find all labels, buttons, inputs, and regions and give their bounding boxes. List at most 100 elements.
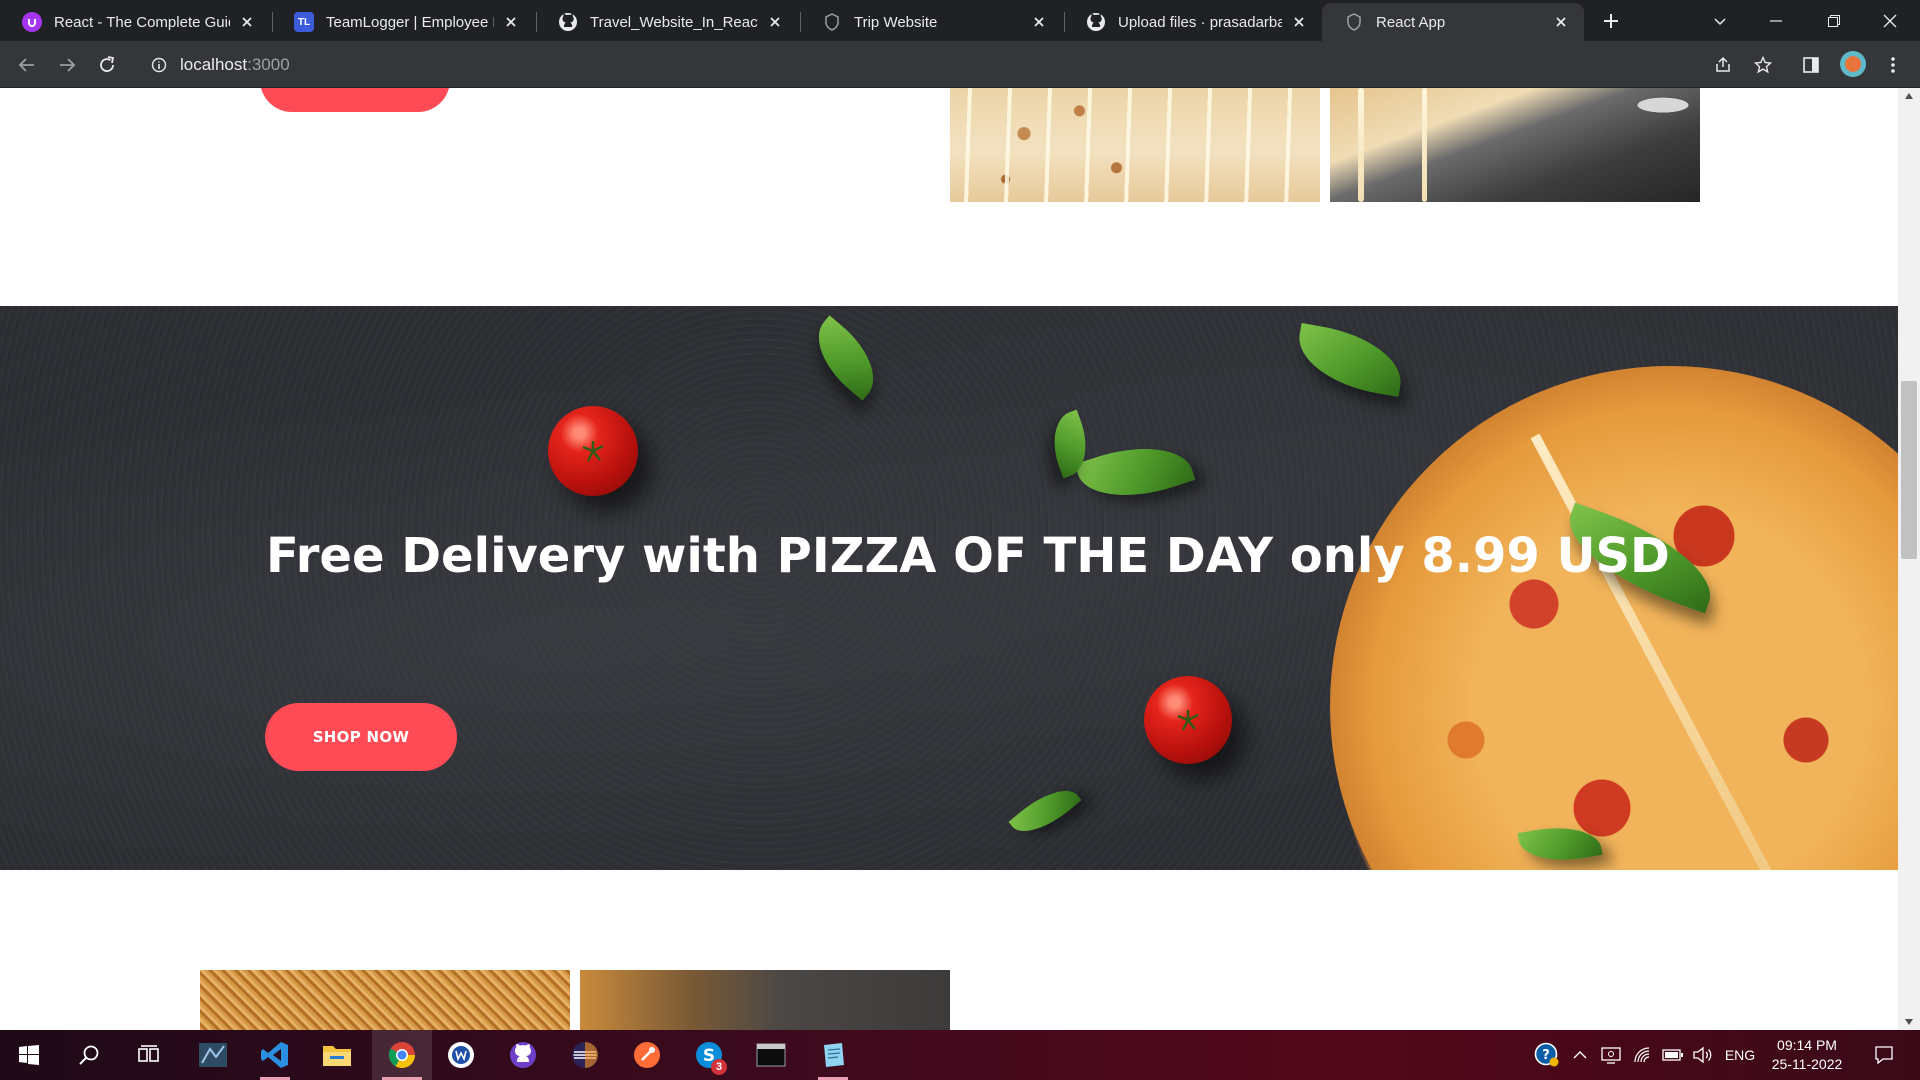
clock-time: 09:14 PM [1777,1037,1837,1053]
battery-icon [1662,1049,1683,1061]
battery-tray-icon[interactable] [1660,1030,1686,1080]
tab-react-complete-guide[interactable]: React - The Complete Guide [0,3,270,41]
shop-now-button[interactable]: SHOP NOW [265,703,457,771]
basil-leaf-image [1008,777,1082,845]
notepad-icon [824,1043,844,1067]
address-bar[interactable]: localhost:3000 [140,47,1700,83]
taskbar-word-app[interactable] [436,1030,486,1080]
react-icon [1344,12,1364,32]
page-scrollbar[interactable] [1898,88,1920,1030]
scroll-down-arrow-icon[interactable] [1898,1014,1920,1030]
tab-travel-website-github[interactable]: Travel_Website_In_React/Sc [536,3,798,41]
bookmark-button[interactable] [1748,50,1778,80]
url-text: localhost:3000 [180,55,290,75]
basil-leaf-image [1074,430,1196,514]
profile-avatar[interactable] [1840,51,1866,77]
share-button[interactable] [1708,50,1738,80]
tab-upload-files-github[interactable]: Upload files · prasadarbad/ [1064,3,1322,41]
side-panel-button[interactable] [1796,50,1826,80]
show-hidden-icons-button[interactable] [1568,1030,1592,1080]
promo-headline: Free Delivery with PIZZA OF THE DAY only… [266,528,1670,584]
chrome-icon [388,1042,416,1069]
forward-button[interactable] [52,50,82,80]
minimize-icon [1770,19,1782,22]
help-tray-icon[interactable]: ? [1532,1030,1562,1080]
github-desktop-icon [510,1042,536,1068]
tab-title: Trip Website [854,13,938,31]
tab-title: Upload files · prasadarbad/ [1118,13,1282,31]
back-button[interactable] [12,50,42,80]
network-tray-icon[interactable] [1630,1030,1656,1080]
browser-tab-strip: React - The Complete Guide TL TeamLogger… [0,0,1920,41]
start-button[interactable] [4,1030,54,1080]
new-tab-button[interactable] [1596,6,1626,36]
task-view-button[interactable] [124,1030,174,1080]
taskbar-file-explorer[interactable] [312,1030,362,1080]
taskbar-github-desktop[interactable] [498,1030,548,1080]
taskbar-vs-code[interactable] [250,1030,300,1080]
volume-tray-icon[interactable] [1690,1030,1716,1080]
tab-title: React - The Complete Guide [54,13,230,31]
share-icon [1716,56,1730,72]
tab-title: React App [1376,13,1446,31]
tab-teamlogger[interactable]: TL TeamLogger | Employee Monitoring [272,3,534,41]
close-icon[interactable] [238,13,256,31]
taskbar-notepad[interactable] [808,1030,858,1080]
tab-search-button[interactable] [1692,0,1748,41]
tab-react-app[interactable]: React App [1322,3,1584,41]
close-icon[interactable] [502,13,520,31]
info-icon[interactable] [150,56,168,74]
windows-taskbar: S 3 ? ENG 09:14 PM 25-11-2022 [0,1030,1920,1080]
help-icon: ? [1534,1042,1559,1067]
system-clock[interactable]: 09:14 PM 25-11-2022 [1762,1036,1852,1074]
star-icon [1754,56,1772,74]
more-vert-icon [1891,57,1895,73]
display-icon [1601,1047,1621,1064]
browser-toolbar: localhost:3000 [0,41,1920,88]
close-icon[interactable] [766,13,784,31]
restore-icon [1828,14,1840,27]
close-icon[interactable] [1030,13,1048,31]
arrow-right-icon [60,58,76,72]
arrow-left-icon [18,58,34,72]
eclipse-icon [572,1042,598,1068]
avatar-icon [1845,56,1861,72]
tab-title: TeamLogger | Employee Monitoring [326,13,494,31]
scroll-up-arrow-icon[interactable] [1898,88,1920,104]
tab-trip-website[interactable]: Trip Website [800,3,1062,41]
plus-icon [1604,14,1618,28]
svg-text:?: ? [1542,1048,1550,1063]
partial-order-button[interactable] [260,88,450,112]
action-center-button[interactable] [1864,1030,1904,1080]
close-icon[interactable] [1290,13,1308,31]
search-button[interactable] [64,1030,114,1080]
chevron-up-icon [1573,1051,1587,1059]
reload-button[interactable] [92,50,122,80]
vs-code-icon [261,1042,288,1068]
close-icon[interactable] [1552,13,1570,31]
taskbar-eclipse[interactable] [560,1030,610,1080]
taskbar-skype[interactable]: S 3 [684,1030,734,1080]
chevron-down-icon [1714,17,1726,25]
taskbar-postman[interactable] [622,1030,672,1080]
taskbar-sql-server[interactable] [188,1030,238,1080]
postman-icon [634,1042,660,1068]
close-window-button[interactable] [1862,0,1918,41]
chrome-menu-button[interactable] [1878,50,1908,80]
windows-logo-icon [19,1045,39,1065]
taskbar-terminal[interactable] [746,1030,796,1080]
pizza-image [1330,366,1898,870]
teamlogger-icon: TL [294,12,314,32]
scrollbar-thumb[interactable] [1901,381,1917,559]
react-icon [822,12,842,32]
reload-icon [100,56,115,72]
restore-button[interactable] [1806,0,1862,41]
minimize-button[interactable] [1748,0,1804,41]
meet-now-tray-icon[interactable] [1598,1030,1624,1080]
task-view-icon [138,1045,159,1062]
search-icon [79,1045,99,1065]
taskbar-chrome[interactable] [372,1030,432,1080]
language-indicator[interactable]: ENG [1722,1030,1758,1080]
github-icon [558,12,578,32]
speaker-icon [1693,1046,1712,1064]
